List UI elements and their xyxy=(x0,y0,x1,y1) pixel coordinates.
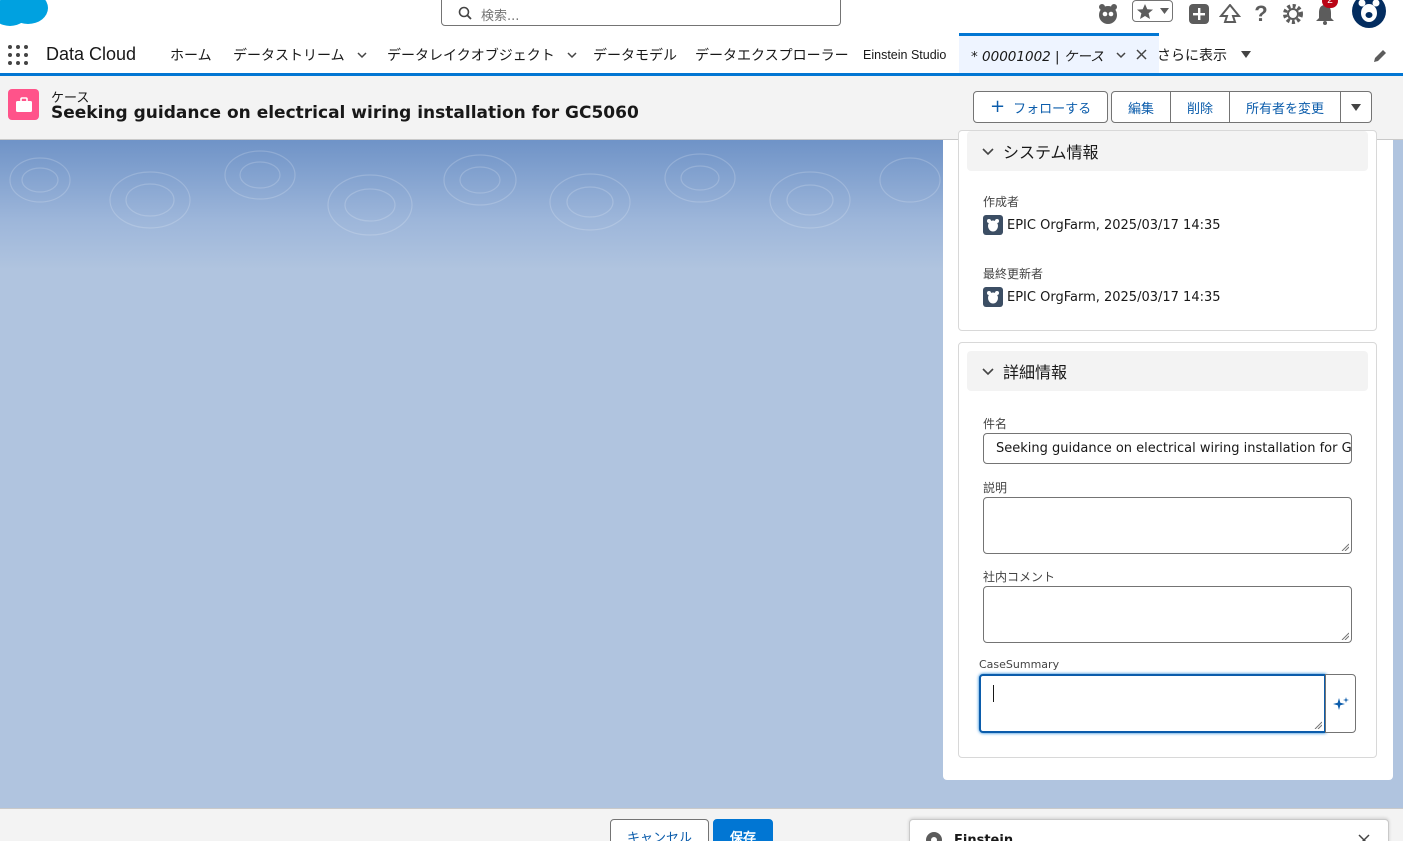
details-card: 詳細情報 件名 Seeking guidance on electrical w… xyxy=(958,342,1377,758)
case-summary-label: CaseSummary xyxy=(979,658,1060,671)
einstein-icon xyxy=(926,832,942,841)
modified-by-value: EPIC OrgFarm, 2025/03/17 14:35 xyxy=(983,287,1221,307)
close-icon[interactable] xyxy=(1136,49,1147,60)
docked-footer: キャンセル 保存 Einstein xyxy=(0,808,1403,841)
search-icon xyxy=(458,6,472,20)
edit-nav-pencil-icon[interactable] xyxy=(1372,48,1388,64)
page-background xyxy=(0,140,943,808)
change-owner-label: 所有者を変更 xyxy=(1246,101,1325,117)
background-pattern xyxy=(9,150,941,236)
global-create-icon[interactable] xyxy=(1185,0,1213,28)
save-label: 保存 xyxy=(729,830,756,841)
plus-icon: + xyxy=(990,96,1006,117)
caret-down-icon xyxy=(1351,103,1362,111)
delete-label: 削除 xyxy=(1187,101,1214,117)
chevron-down-icon[interactable] xyxy=(357,50,367,60)
einstein-agent-icon[interactable] xyxy=(1094,0,1122,28)
chevron-down-icon xyxy=(982,148,994,156)
case-icon xyxy=(8,89,39,120)
change-owner-button[interactable]: 所有者を変更 xyxy=(1230,91,1342,123)
subject-label: 件名 xyxy=(983,417,1008,431)
gear-icon[interactable] xyxy=(1279,0,1307,28)
more-actions-button[interactable] xyxy=(1341,91,1373,123)
system-info-card: システム情報 作成者 EPIC OrgFarm, 2025/03/17 14:3… xyxy=(958,130,1377,331)
global-header: 検索... ? 2 xyxy=(0,0,1403,36)
resize-handle-icon[interactable] xyxy=(1314,721,1322,729)
nav-item-label: データエクスプローラー xyxy=(695,47,849,64)
nav-more-button[interactable]: さらに表示 xyxy=(1157,36,1251,73)
nav-item-label: データモデル xyxy=(593,47,677,64)
nav-item-label: Einstein Studio xyxy=(863,47,947,62)
resize-handle-icon[interactable] xyxy=(1341,543,1349,551)
tab-label: * 00001002 | ケース xyxy=(971,48,1104,65)
nav-item-data-lake-objects[interactable]: データレイクオブジェクト xyxy=(387,36,577,73)
help-icon[interactable]: ? xyxy=(1247,0,1275,28)
chevron-down-icon[interactable] xyxy=(1116,50,1126,60)
system-info-section-header[interactable]: システム情報 xyxy=(967,131,1368,171)
created-by-value: EPIC OrgFarm, 2025/03/17 14:35 xyxy=(983,215,1221,235)
save-button[interactable]: 保存 xyxy=(713,819,773,841)
description-textarea[interactable] xyxy=(983,497,1352,554)
global-search-input[interactable]: 検索... xyxy=(441,0,841,26)
einstein-title: Einstein xyxy=(954,833,1014,841)
sparkle-icon xyxy=(1332,696,1349,710)
follow-label: フォローする xyxy=(1013,101,1092,117)
nav-item-data-model[interactable]: データモデル xyxy=(593,36,677,73)
created-by-label: 作成者 xyxy=(983,195,1020,209)
modified-by-label: 最終更新者 xyxy=(983,267,1044,281)
edit-button[interactable]: 編集 xyxy=(1111,91,1172,123)
nav-item-label: データストリーム xyxy=(233,47,345,64)
app-launcher-icon[interactable] xyxy=(8,45,28,65)
nav-item-data-explorer[interactable]: データエクスプローラー xyxy=(695,36,849,73)
nav-item-einstein-studio[interactable]: Einstein Studio xyxy=(863,36,946,73)
follow-button[interactable]: + フォローする xyxy=(973,91,1109,123)
caret-down-icon xyxy=(1241,51,1251,58)
internal-comment-textarea[interactable] xyxy=(983,586,1352,643)
section-title: システム情報 xyxy=(1003,143,1099,162)
nav-item-home[interactable]: ホーム xyxy=(170,36,212,73)
section-title: 詳細情報 xyxy=(1003,363,1068,382)
tab-active-case[interactable]: * 00001002 | ケース xyxy=(959,33,1159,73)
nav-more-label: さらに表示 xyxy=(1157,47,1227,64)
chevron-down-icon xyxy=(982,368,994,376)
resize-handle-icon[interactable] xyxy=(1341,632,1349,640)
salesforce-logo[interactable] xyxy=(0,0,52,30)
cancel-label: キャンセル xyxy=(626,830,692,841)
einstein-panel[interactable]: Einstein xyxy=(909,819,1389,841)
delete-button[interactable]: 削除 xyxy=(1171,91,1231,123)
description-label: 説明 xyxy=(983,481,1008,495)
case-summary-textarea[interactable] xyxy=(979,674,1326,733)
user-icon xyxy=(983,215,1003,235)
nav-item-label: データレイクオブジェクト xyxy=(387,47,555,64)
user-icon xyxy=(983,287,1003,307)
created-by-text[interactable]: EPIC OrgFarm, 2025/03/17 14:35 xyxy=(1007,218,1221,233)
trailhead-icon[interactable] xyxy=(1216,0,1244,28)
subject-input[interactable]: Seeking guidance on electrical wiring in… xyxy=(983,433,1352,464)
close-icon[interactable] xyxy=(1358,834,1370,841)
details-section-header[interactable]: 詳細情報 xyxy=(967,351,1368,391)
star-icon xyxy=(1137,4,1153,19)
cancel-button[interactable]: キャンセル xyxy=(610,819,709,841)
edit-label: 編集 xyxy=(1128,101,1155,117)
favorites-button[interactable] xyxy=(1132,0,1173,22)
text-caret xyxy=(993,685,994,702)
einstein-generate-button[interactable] xyxy=(1325,674,1356,733)
record-title: Seeking guidance on electrical wiring in… xyxy=(51,103,639,123)
modified-by-text[interactable]: EPIC OrgFarm, 2025/03/17 14:35 xyxy=(1007,290,1221,305)
chevron-down-icon[interactable] xyxy=(567,50,577,60)
app-navigation-bar: Data Cloud ホーム データストリーム データレイクオブジェクト データ… xyxy=(0,33,1403,76)
internal-comment-label: 社内コメント xyxy=(983,570,1056,584)
nav-item-label: ホーム xyxy=(170,47,212,64)
chevron-down-icon[interactable] xyxy=(1160,8,1169,14)
app-name: Data Cloud xyxy=(46,44,137,64)
nav-item-data-streams[interactable]: データストリーム xyxy=(233,36,367,73)
search-placeholder: 検索... xyxy=(481,9,520,24)
record-detail-sidebar: システム情報 作成者 EPIC OrgFarm, 2025/03/17 14:3… xyxy=(943,130,1393,780)
user-avatar[interactable] xyxy=(1352,0,1386,28)
